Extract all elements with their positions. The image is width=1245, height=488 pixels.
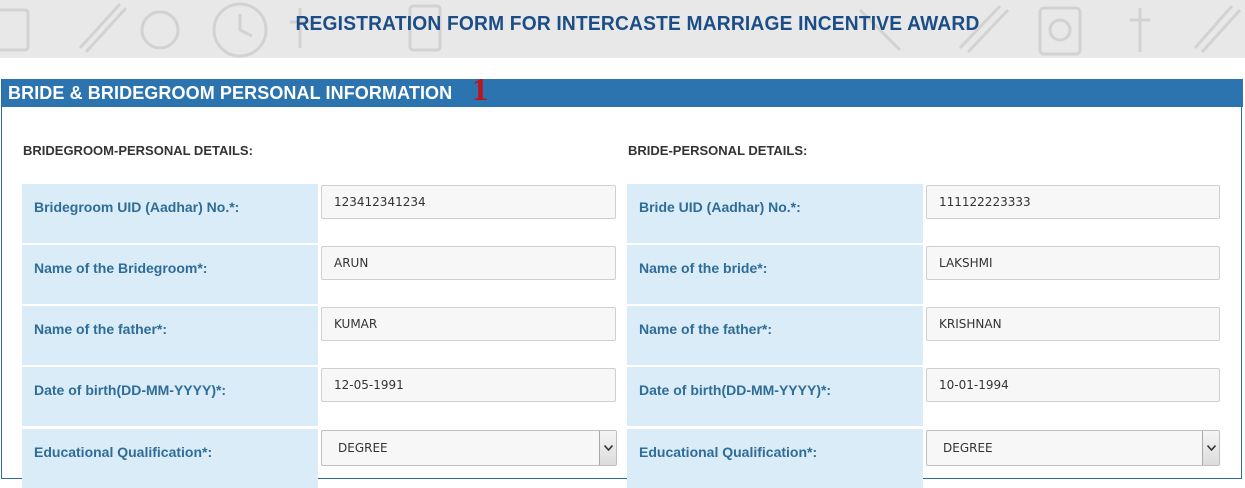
groom-name-row: Name of the Bridegroom*: ARUN: [22, 245, 618, 304]
bride-dob-input[interactable]: 10-01-1994: [926, 368, 1220, 402]
page-banner: REGISTRATION FORM FOR INTERCASTE MARRIAG…: [0, 0, 1245, 58]
groom-uid-label-cell: Bridegroom UID (Aadhar) No.*:: [22, 184, 318, 243]
bride-edu-dropdown-arrow[interactable]: [1202, 431, 1219, 465]
page-title: REGISTRATION FORM FOR INTERCASTE MARRIAG…: [26, 13, 1245, 36]
groom-edu-selected-value: DEGREE: [338, 441, 388, 455]
groom-name-label: Name of the Bridegroom*:: [34, 260, 207, 276]
bride-uid-label-cell: Bride UID (Aadhar) No.*:: [627, 184, 923, 243]
groom-edu-select[interactable]: DEGREE: [321, 430, 617, 466]
chevron-down-icon: [604, 445, 613, 451]
bride-edu-label: Educational Qualification*:: [639, 444, 817, 460]
bride-dob-label-cell: Date of birth(DD-MM-YYYY)*:: [627, 367, 923, 426]
panel-header: BRIDE & BRIDEGROOM PERSONAL INFORMATION …: [2, 79, 1243, 107]
panel-title: BRIDE & BRIDEGROOM PERSONAL INFORMATION: [8, 83, 452, 104]
bride-uid-input[interactable]: 111122223333: [926, 185, 1220, 219]
bride-edu-label-cell: Educational Qualification*:: [627, 429, 923, 488]
groom-father-row: Name of the father*: KUMAR: [22, 306, 618, 365]
bride-section-title: BRIDE-PERSONAL DETAILS:: [628, 143, 807, 158]
annotation-marker: 1: [472, 71, 488, 108]
bride-edu-select[interactable]: DEGREE: [926, 430, 1220, 466]
bride-uid-row: Bride UID (Aadhar) No.*: 111122223333: [627, 184, 1223, 243]
bride-name-label: Name of the bride*:: [639, 260, 767, 276]
bride-edu-row: Educational Qualification*: DEGREE: [627, 429, 1223, 488]
groom-dob-input[interactable]: 12-05-1991: [321, 368, 616, 402]
groom-edu-label-cell: Educational Qualification*:: [22, 429, 318, 488]
groom-uid-row: Bridegroom UID (Aadhar) No.*: 1234123412…: [22, 184, 618, 243]
bride-father-label: Name of the father*:: [639, 321, 772, 337]
groom-father-label: Name of the father*:: [34, 321, 167, 337]
bride-father-row: Name of the father*: KRISHNAN: [627, 306, 1223, 365]
bride-father-label-cell: Name of the father*:: [627, 306, 923, 365]
groom-dob-row: Date of birth(DD-MM-YYYY)*: 12-05-1991: [22, 367, 618, 426]
groom-edu-label: Educational Qualification*:: [34, 444, 212, 460]
bride-name-row: Name of the bride*: LAKSHMI: [627, 245, 1223, 304]
chevron-down-icon: [1207, 445, 1216, 451]
groom-name-label-cell: Name of the Bridegroom*:: [22, 245, 318, 304]
groom-uid-input[interactable]: 123412341234: [321, 185, 616, 219]
bride-uid-label: Bride UID (Aadhar) No.*:: [639, 199, 801, 215]
groom-father-input[interactable]: KUMAR: [321, 307, 616, 341]
groom-father-label-cell: Name of the father*:: [22, 306, 318, 365]
bride-edu-selected-value: DEGREE: [943, 441, 993, 455]
bride-dob-row: Date of birth(DD-MM-YYYY)*: 10-01-1994: [627, 367, 1223, 426]
groom-dob-label: Date of birth(DD-MM-YYYY)*:: [34, 382, 226, 398]
groom-name-input[interactable]: ARUN: [321, 246, 616, 280]
groom-edu-row: Educational Qualification*: DEGREE: [22, 429, 618, 488]
bride-name-input[interactable]: LAKSHMI: [926, 246, 1220, 280]
groom-uid-label: Bridegroom UID (Aadhar) No.*:: [34, 199, 239, 215]
personal-info-panel: BRIDE & BRIDEGROOM PERSONAL INFORMATION …: [1, 79, 1242, 479]
groom-section-title: BRIDEGROOM-PERSONAL DETAILS:: [23, 143, 253, 158]
groom-edu-dropdown-arrow[interactable]: [599, 431, 616, 465]
groom-dob-label-cell: Date of birth(DD-MM-YYYY)*:: [22, 367, 318, 426]
bride-dob-label: Date of birth(DD-MM-YYYY)*:: [639, 382, 831, 398]
bride-name-label-cell: Name of the bride*:: [627, 245, 923, 304]
bride-father-input[interactable]: KRISHNAN: [926, 307, 1220, 341]
